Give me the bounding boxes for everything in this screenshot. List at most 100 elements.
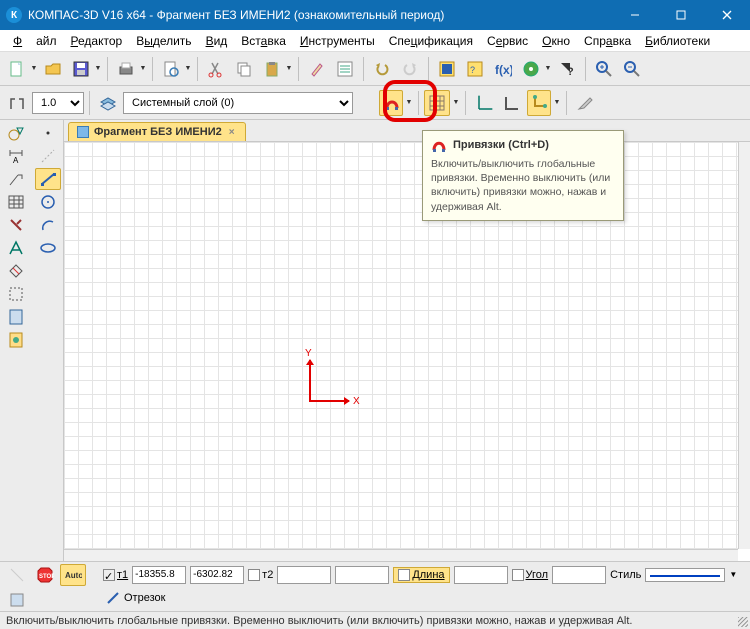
ortho-button[interactable] bbox=[4, 90, 30, 116]
spec-tool[interactable] bbox=[3, 306, 29, 328]
ellipse-tool[interactable] bbox=[35, 237, 61, 259]
t1-lock[interactable]: ✓ bbox=[103, 569, 115, 581]
edit-button[interactable] bbox=[572, 90, 598, 116]
dropdown-arrow[interactable]: ▼ bbox=[30, 56, 38, 82]
copy-button[interactable] bbox=[231, 56, 257, 82]
t1-x-input[interactable] bbox=[132, 566, 186, 584]
menu-tools[interactable]: Инструменты bbox=[293, 32, 382, 50]
secondary-toolbar: 1.0 Системный слой (0) ▼ ▼ ▼ bbox=[0, 86, 750, 120]
brush-button[interactable] bbox=[304, 56, 330, 82]
measure-tool[interactable] bbox=[3, 260, 29, 282]
variables-button[interactable]: ? bbox=[462, 56, 488, 82]
dropdown-arrow[interactable]: ▼ bbox=[184, 56, 192, 82]
property-panel: STOP Auto ✓т1 т2 Длина Угол Стиль ▼ Отре… bbox=[0, 561, 750, 611]
dropdown-arrow[interactable]: ▼ bbox=[452, 90, 460, 116]
circle-tool[interactable] bbox=[35, 191, 61, 213]
menu-view[interactable]: Вид bbox=[199, 32, 235, 50]
tab-close-button[interactable]: × bbox=[227, 127, 237, 138]
length-lock[interactable] bbox=[398, 569, 410, 581]
horizontal-scrollbar[interactable] bbox=[64, 549, 738, 561]
grid-button[interactable] bbox=[424, 90, 450, 116]
dropdown-arrow[interactable]: ▼ bbox=[544, 56, 552, 82]
angle-lock[interactable] bbox=[512, 569, 524, 581]
zoom-out-button[interactable] bbox=[619, 56, 645, 82]
manager-button[interactable] bbox=[434, 56, 460, 82]
vertical-scrollbar[interactable] bbox=[738, 142, 750, 549]
scale-select[interactable]: 1.0 bbox=[32, 92, 84, 114]
resize-grip[interactable] bbox=[738, 617, 748, 627]
fx-button[interactable]: f(x) bbox=[490, 56, 516, 82]
redo-button[interactable] bbox=[397, 56, 423, 82]
menu-help[interactable]: Справка bbox=[577, 32, 638, 50]
dropdown-arrow[interactable]: ▼ bbox=[405, 90, 413, 116]
menu-window[interactable]: Окно bbox=[535, 32, 577, 50]
auto-button[interactable]: Auto bbox=[60, 564, 86, 586]
print-button[interactable] bbox=[113, 56, 137, 82]
dropdown-arrow[interactable]: ▼ bbox=[139, 56, 147, 82]
dropdown-arrow[interactable]: ▼ bbox=[285, 56, 293, 82]
aux-line-tool[interactable] bbox=[35, 145, 61, 167]
angle-input[interactable] bbox=[552, 566, 606, 584]
param-tool[interactable] bbox=[3, 237, 29, 259]
svg-text:f(x): f(x) bbox=[495, 63, 512, 77]
menu-service[interactable]: Сервис bbox=[480, 32, 535, 50]
zoom-in-button[interactable] bbox=[591, 56, 617, 82]
point-tool[interactable] bbox=[35, 122, 61, 144]
select-tool[interactable] bbox=[3, 283, 29, 305]
geometry-tool[interactable] bbox=[3, 122, 29, 144]
save-file-button[interactable] bbox=[68, 56, 92, 82]
title-bar: К КОМПАС-3D V16 x64 - Фрагмент БЕЗ ИМЕНИ… bbox=[0, 0, 750, 30]
paste-button[interactable] bbox=[259, 56, 283, 82]
dropdown-arrow[interactable]: ▼ bbox=[553, 90, 561, 116]
menu-libs[interactable]: Библиотеки bbox=[638, 32, 717, 50]
line-style-select[interactable] bbox=[645, 568, 725, 582]
layers-icon[interactable] bbox=[95, 90, 121, 116]
snaps-button[interactable] bbox=[379, 90, 403, 116]
lib-button[interactable] bbox=[518, 56, 542, 82]
main-toolbar: ▼ ▼ ▼ ▼ ▼ ? f(x) ▼ ? bbox=[0, 52, 750, 86]
svg-text:Auto: Auto bbox=[65, 571, 82, 580]
stop-button[interactable]: STOP bbox=[32, 564, 58, 586]
menu-spec[interactable]: Спецификация bbox=[382, 32, 480, 50]
length-input[interactable] bbox=[454, 566, 508, 584]
minimize-button[interactable] bbox=[612, 0, 658, 30]
menu-insert[interactable]: Вставка bbox=[234, 32, 293, 50]
app-icon: К bbox=[6, 7, 22, 23]
dimensions-tool[interactable]: A bbox=[3, 145, 29, 167]
undo-button[interactable] bbox=[369, 56, 395, 82]
dropdown-arrow[interactable]: ▼ bbox=[94, 56, 102, 82]
ortho-snap-button[interactable] bbox=[499, 90, 525, 116]
cut-button[interactable] bbox=[203, 56, 229, 82]
line-tool[interactable] bbox=[35, 168, 61, 190]
properties-button[interactable] bbox=[332, 56, 358, 82]
apply-button[interactable] bbox=[4, 564, 30, 586]
reports-tool[interactable] bbox=[3, 329, 29, 351]
maximize-button[interactable] bbox=[658, 0, 704, 30]
t2-lock[interactable] bbox=[248, 569, 260, 581]
menu-editor[interactable]: Редактор bbox=[64, 32, 130, 50]
table-tool[interactable] bbox=[3, 191, 29, 213]
panel-page-button[interactable] bbox=[4, 589, 30, 611]
t2-label: т2 bbox=[248, 569, 273, 581]
preview-button[interactable] bbox=[158, 56, 182, 82]
document-tab[interactable]: Фрагмент БЕЗ ИМЕНИ2 × bbox=[68, 122, 246, 141]
tooltip-body: Включить/выключить глобальные привязки. … bbox=[431, 157, 615, 214]
status-bar: Включить/выключить глобальные привязки. … bbox=[0, 611, 750, 629]
t2-y-input[interactable] bbox=[335, 566, 389, 584]
edit-tool[interactable] bbox=[3, 214, 29, 236]
new-file-button[interactable] bbox=[4, 56, 28, 82]
arc-tool[interactable] bbox=[35, 214, 61, 236]
lcs-button[interactable] bbox=[471, 90, 497, 116]
t1-y-input[interactable] bbox=[190, 566, 244, 584]
layer-select[interactable]: Системный слой (0) bbox=[123, 92, 353, 114]
round-button[interactable] bbox=[527, 90, 551, 116]
menu-select[interactable]: Выделить bbox=[129, 32, 198, 50]
open-file-button[interactable] bbox=[40, 56, 66, 82]
menu-file[interactable]: Файл bbox=[6, 32, 64, 50]
help-button[interactable]: ? bbox=[554, 56, 580, 82]
snaps-tooltip: Привязки (Ctrl+D) Включить/выключить гло… bbox=[422, 130, 624, 221]
symbols-tool[interactable] bbox=[3, 168, 29, 190]
drawing-canvas[interactable]: X Y bbox=[64, 142, 738, 549]
close-button[interactable] bbox=[704, 0, 750, 30]
t2-x-input[interactable] bbox=[277, 566, 331, 584]
